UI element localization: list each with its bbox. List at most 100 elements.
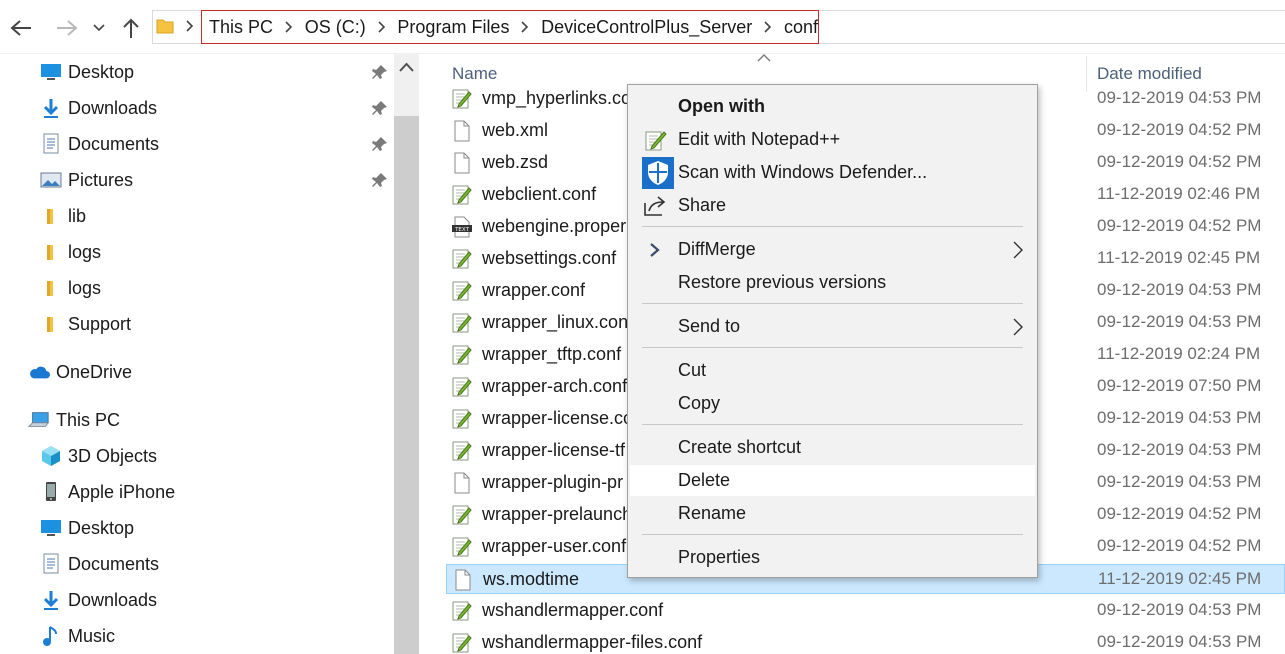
recent-locations-button[interactable] [88,14,110,42]
desktop-icon [40,517,62,539]
file-date-modified: 09-12-2019 04:53 PM [1097,280,1262,299]
nav-item-lib[interactable]: lib [40,201,86,231]
file-date-modified: 09-12-2019 04:53 PM [1097,632,1262,651]
pin-icon[interactable] [372,100,388,116]
breadcrumb-devicecontrolplus-server[interactable]: DeviceControlPlus_Server [541,17,752,38]
nav-item-apple-iphone[interactable]: Apple iPhone [40,477,175,507]
scroll-up-arrow-icon[interactable] [399,62,414,72]
file-name: wrapper-plugin-pr [482,472,624,492]
menu-separator [642,347,1023,348]
menu-item-open-with[interactable]: Open with [630,91,1035,122]
file-name: wshandlermapper-files.conf [482,632,703,652]
up-button[interactable] [118,14,144,42]
nav-item-label: This PC [56,409,121,430]
phone-icon [40,481,62,503]
file-name: ws.modtime [483,569,580,589]
chevron-down-icon [93,24,105,32]
breadcrumb-conf[interactable]: conf [784,17,818,38]
computer-icon [28,409,50,431]
file-date-modified: 09-12-2019 04:53 PM [1097,600,1262,619]
file-name: wrapper-license.co [482,408,634,428]
config-file-icon [452,184,472,206]
nav-item-downloads[interactable]: Downloads [40,93,157,123]
menu-item-rename[interactable]: Rename [630,498,1035,529]
context-menu: Open with Edit with Notepad++ Scan with … [627,84,1038,578]
nav-item-desktop-pc[interactable]: Desktop [40,513,134,543]
file-name: websettings.conf [482,248,617,268]
config-file-icon [452,248,472,270]
nav-item-desktop[interactable]: Desktop [40,57,134,87]
navigation-scrollbar[interactable] [394,54,419,654]
file-name: web.zsd [482,152,549,172]
share-icon [642,193,668,219]
file-name: wshandlermapper.conf [482,600,664,620]
menu-item-share[interactable]: Share [630,190,1035,221]
menu-item-edit-notepad[interactable]: Edit with Notepad++ [630,124,1035,155]
submenu-arrow-icon [1013,241,1023,259]
menu-item-scan-defender[interactable]: Scan with Windows Defender... [630,157,1035,189]
menu-separator [642,534,1023,535]
file-row[interactable]: wshandlermapper.conf 09-12-2019 04:53 PM [446,596,1285,626]
breadcrumb-program-files[interactable]: Program Files [397,17,509,38]
menu-item-diffmerge[interactable]: DiffMerge [630,234,1035,265]
music-icon [40,625,62,647]
file-name: wrapper-prelaunch [482,504,633,524]
nav-item-label: Documents [68,133,160,154]
menu-separator [642,424,1023,425]
column-header-name[interactable]: Name [452,64,497,84]
breadcrumb-os-c[interactable]: OS (C:) [305,17,366,38]
breadcrumb-this-pc[interactable]: This PC [209,17,273,38]
forward-button[interactable] [54,14,80,42]
nav-item-label: OneDrive [56,361,133,382]
pictures-icon [40,169,62,191]
config-file-icon [452,632,472,654]
nav-item-documents[interactable]: Documents [40,129,159,159]
back-button[interactable] [8,14,34,42]
chevron-right-icon[interactable] [752,21,784,33]
menu-separator [642,303,1023,304]
menu-item-cut[interactable]: Cut [630,355,1035,386]
nav-item-label: Downloads [68,97,158,118]
download-icon [40,589,62,611]
chevron-right-icon[interactable] [509,21,541,33]
file-name: webclient.conf [482,184,597,204]
chevron-right-icon[interactable] [366,21,398,33]
pin-icon[interactable] [372,172,388,188]
chevron-right-icon[interactable] [273,21,305,33]
nav-item-pictures[interactable]: Pictures [40,165,133,195]
menu-item-send-to[interactable]: Send to [630,311,1035,342]
nav-item-label: Support [68,313,132,334]
diffmerge-icon [642,237,668,263]
nav-item-logs[interactable]: logs [40,237,101,267]
menu-item-delete[interactable]: Delete [630,465,1035,496]
nav-item-support[interactable]: Support [40,309,131,339]
config-file-icon [452,440,472,462]
file-icon [452,152,472,174]
nav-item-label: 3D Objects [68,445,158,466]
config-file-icon [452,344,472,366]
nav-item-this-pc[interactable]: This PC [28,405,120,435]
file-row[interactable]: wshandlermapper-files.conf 09-12-2019 04:… [446,628,1285,654]
folder-icon [40,313,62,335]
menu-item-properties[interactable]: Properties [630,542,1035,573]
nav-item-documents-pc[interactable]: Documents [40,549,159,579]
menu-item-restore-previous-versions[interactable]: Restore previous versions [630,267,1035,298]
nav-item-music[interactable]: Music [40,621,115,651]
menu-item-copy[interactable]: Copy [630,388,1035,419]
file-date-modified: 09-12-2019 04:53 PM [1097,88,1262,107]
menu-item-create-shortcut[interactable]: Create shortcut [630,432,1035,463]
file-name: wrapper.conf [482,280,586,300]
column-header-date-modified[interactable]: Date modified [1097,64,1202,84]
file-date-modified: 09-12-2019 04:53 PM [1097,440,1262,459]
nav-item-downloads-pc[interactable]: Downloads [40,585,157,615]
config-file-icon [452,376,472,398]
pin-icon[interactable] [372,136,388,152]
pin-icon[interactable] [372,64,388,80]
config-file-icon [452,312,472,334]
config-file-icon [452,504,472,526]
nav-item-onedrive[interactable]: OneDrive [28,357,132,387]
nav-item-3d-objects[interactable]: 3D Objects [40,441,157,471]
file-date-modified: 09-12-2019 04:52 PM [1097,120,1262,139]
scrollbar-thumb[interactable] [394,116,419,654]
nav-item-logs-2[interactable]: logs [40,273,101,303]
